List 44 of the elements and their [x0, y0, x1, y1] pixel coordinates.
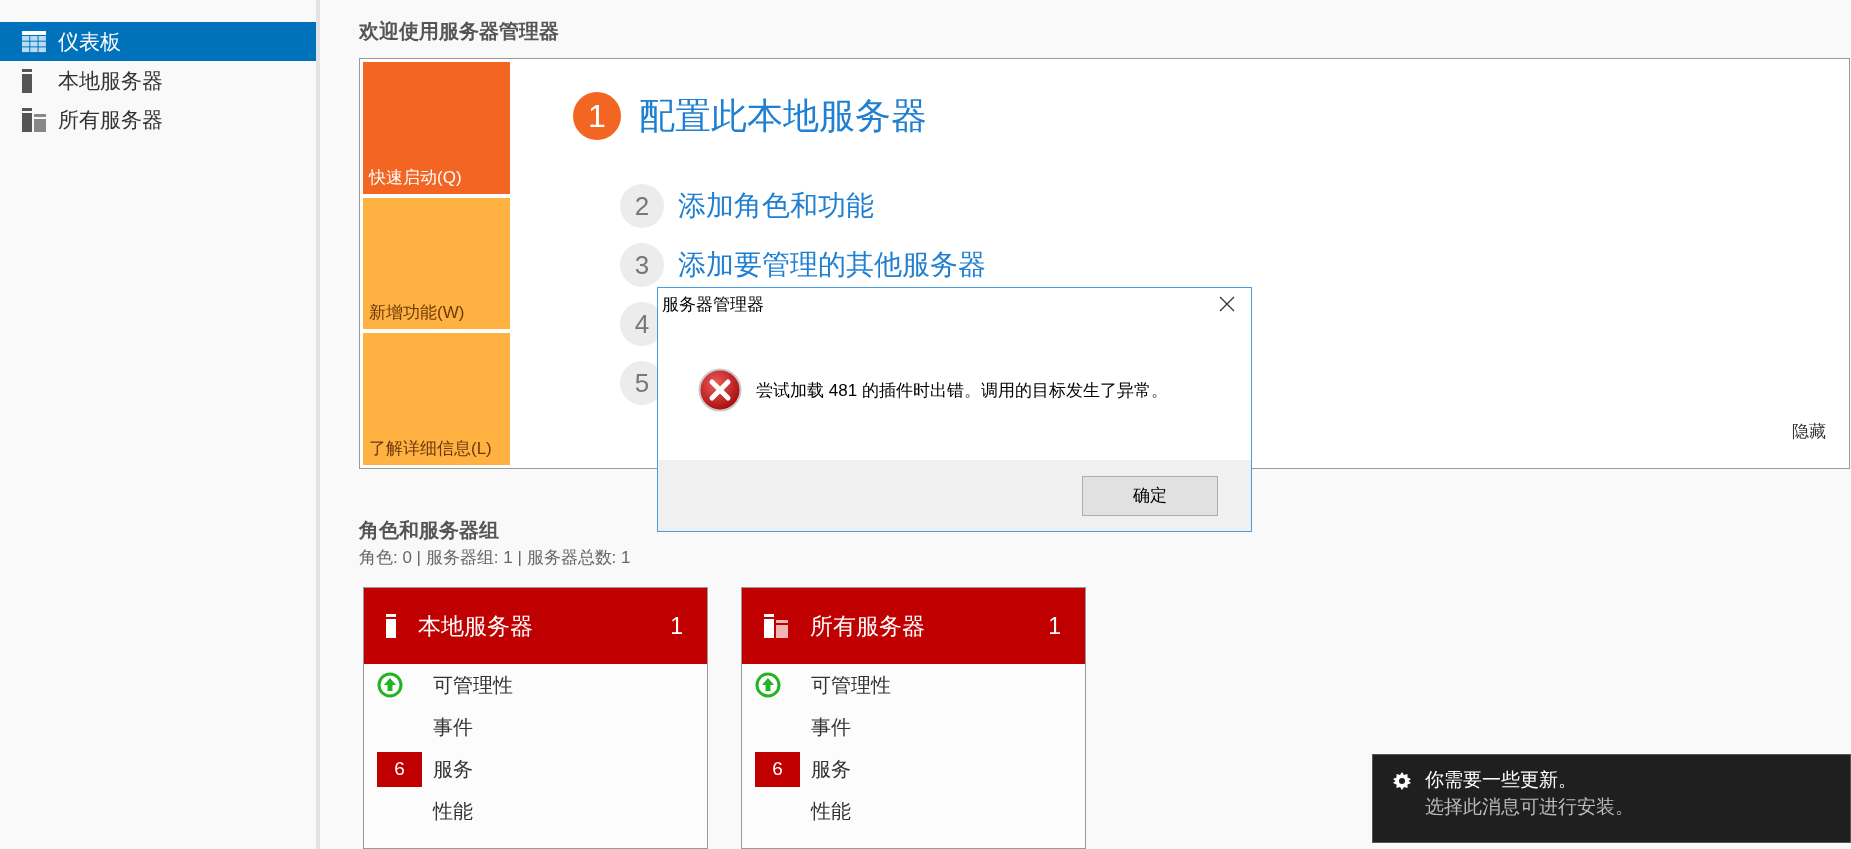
- card-row-label[interactable]: 事件: [811, 713, 851, 741]
- card-row-label[interactable]: 可管理性: [433, 671, 513, 699]
- card-title: 所有服务器: [810, 611, 926, 641]
- sidebar-item[interactable]: 所有服务器: [0, 100, 316, 139]
- card-header[interactable]: 本地服务器 1: [364, 588, 707, 664]
- dialog-title: 服务器管理器: [662, 293, 764, 316]
- sidebar-item[interactable]: 本地服务器: [0, 61, 316, 100]
- step-link[interactable]: 添加要管理的其他服务器: [678, 246, 986, 284]
- step-link[interactable]: 配置此本地服务器: [639, 91, 927, 141]
- welcome-title: 欢迎使用服务器管理器: [359, 19, 560, 44]
- count-badge: 6: [377, 751, 422, 787]
- card-row-label[interactable]: 服务: [433, 755, 473, 783]
- sidebar-item[interactable]: 仪表板: [0, 22, 316, 61]
- dashboard-icon: [22, 30, 46, 53]
- ok-button[interactable]: 确定: [1082, 475, 1218, 516]
- card-row-label[interactable]: 性能: [433, 797, 473, 825]
- section-title: 角色和服务器组: [359, 518, 500, 543]
- quick-tile[interactable]: 新增功能(W): [363, 197, 510, 330]
- card-header[interactable]: 所有服务器 1: [742, 588, 1085, 664]
- step-number: 1: [573, 92, 621, 140]
- servers-icon: [764, 614, 788, 638]
- hide-link[interactable]: 隐藏: [1792, 420, 1826, 443]
- dialog-message: 尝试加载 481 的插件时出错。调用的目标发生了异常。: [756, 379, 1168, 402]
- card-count: 1: [1048, 612, 1061, 640]
- card-title: 本地服务器: [418, 611, 534, 641]
- update-notification[interactable]: 你需要一些更新。 选择此消息可进行安装。: [1372, 754, 1851, 843]
- step-number: 3: [620, 243, 664, 287]
- card-row-label[interactable]: 可管理性: [811, 671, 891, 699]
- notification-message: 选择此消息可进行安装。: [1425, 795, 1634, 819]
- notification-title: 你需要一些更新。: [1425, 768, 1578, 792]
- quick-tile[interactable]: 了解详细信息(L): [363, 333, 510, 465]
- step-number: 2: [620, 184, 664, 228]
- server-icon: [22, 68, 32, 93]
- card-count: 1: [670, 612, 683, 640]
- section-summary: 角色: 0 | 服务器组: 1 | 服务器总数: 1: [359, 547, 632, 569]
- servers-icon: [22, 107, 46, 132]
- count-badge: 6: [755, 751, 800, 787]
- error-icon: [698, 368, 742, 412]
- gear-icon: [1393, 772, 1411, 790]
- card-row-label[interactable]: 事件: [433, 713, 473, 741]
- server-icon: [386, 614, 396, 638]
- card-row-label[interactable]: 性能: [811, 797, 851, 825]
- card-row-label[interactable]: 服务: [811, 755, 851, 783]
- step-link[interactable]: 添加角色和功能: [678, 187, 874, 225]
